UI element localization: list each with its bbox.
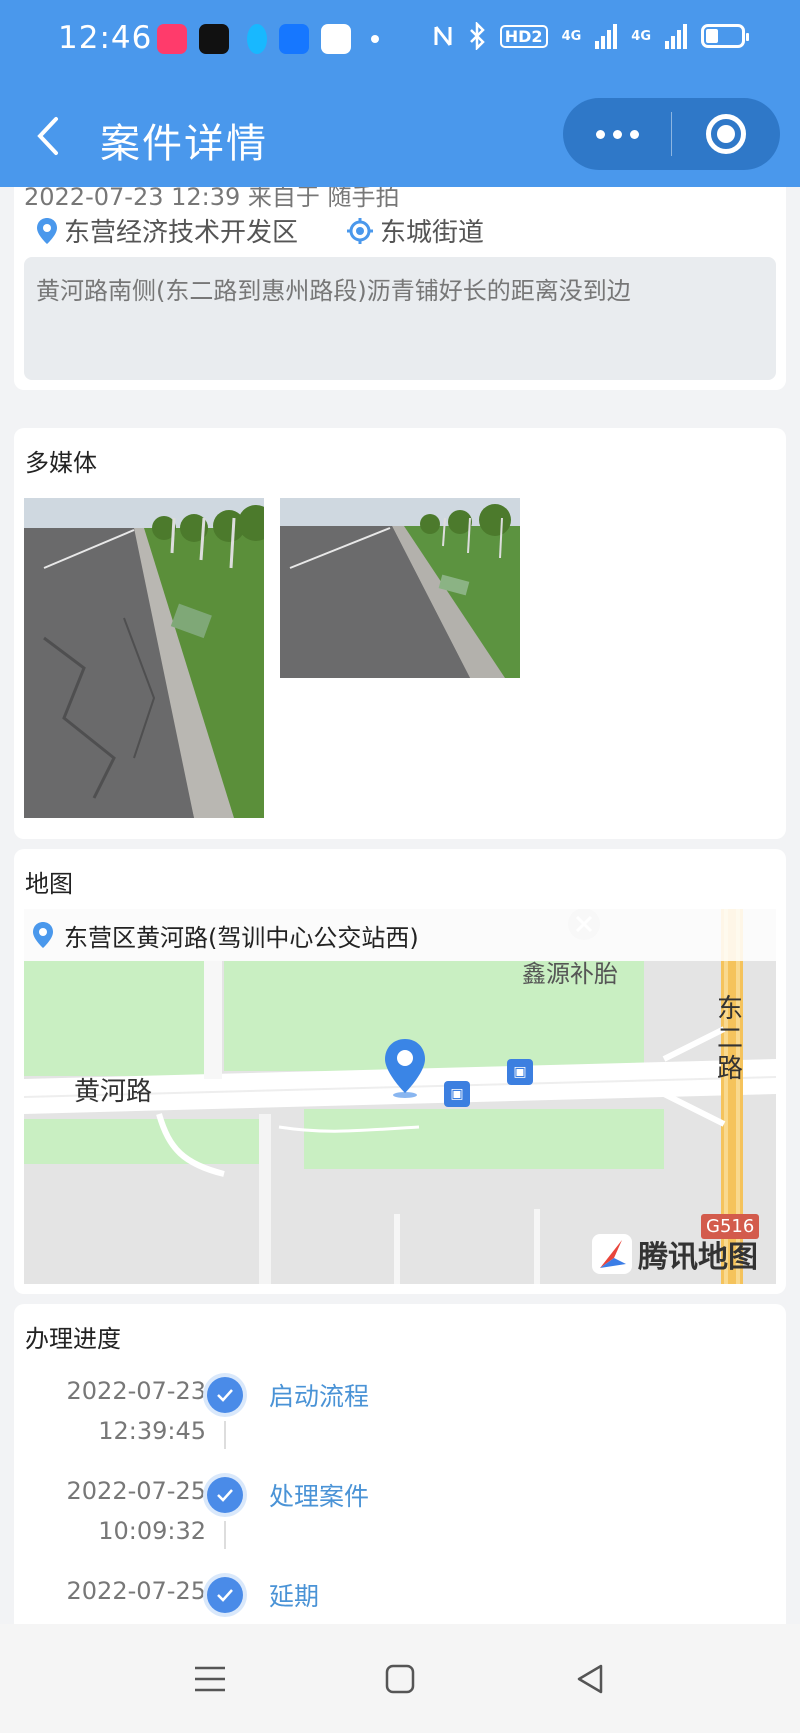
map-marker-icon (385, 1039, 425, 1098)
camera-app-icon (321, 24, 351, 54)
signal-strength-icon-2 (665, 23, 687, 49)
timeline-step: 2022-07-25 10:09:32 处理案件 (14, 1459, 786, 1549)
progress-section-title: 办理进度 (25, 1325, 121, 1353)
qq-app-icon (247, 24, 267, 54)
step-datetime: 2022-07-25 (67, 1571, 206, 1611)
bluetooth-icon (469, 22, 485, 50)
check-icon (207, 1577, 243, 1613)
district-label: 东营经济技术开发区 (64, 218, 299, 248)
map-poi-label: 鑫源补胎 (522, 960, 618, 988)
menu-icon[interactable] (185, 1654, 235, 1704)
target-icon (706, 114, 746, 154)
district-item: 东营经济技术开发区 (36, 212, 298, 249)
status-time: 12:46 (58, 20, 153, 56)
check-icon (207, 1477, 243, 1513)
signal-strength-icon (595, 23, 618, 49)
check-icon (207, 1377, 243, 1413)
step-date: 2022-07-23 (66, 1377, 206, 1405)
nfc-icon (434, 26, 452, 46)
tencent-compass-icon (592, 1234, 632, 1274)
map-address: 东营区黄河路(驾训中心公交站西) (64, 923, 419, 952)
map-view[interactable]: 东营区黄河路(驾训中心公交站西) 鑫源补胎 黄河路 东二路 ▣ ▣ G516 腾… (24, 909, 776, 1284)
timeline-step: 2022-07-23 12:39:45 启动流程 (14, 1359, 786, 1449)
close-miniprogram-button[interactable] (672, 114, 780, 154)
more-notifications-dot-icon (371, 35, 379, 43)
battery-icon (701, 24, 749, 48)
network-type-2: 4G (631, 28, 651, 44)
street-label: 东城街道 (380, 218, 485, 248)
location-row: 东营经济技术开发区 东城街道 (36, 212, 532, 249)
step-date: 2022-07-25 (66, 1477, 206, 1505)
page-title: 案件详情 (100, 121, 268, 167)
step-time: 12:39:45 (98, 1417, 206, 1445)
step-datetime: 2022-07-25 10:09:32 (67, 1471, 206, 1551)
back-icon[interactable] (565, 1654, 615, 1704)
case-description: 黄河路南侧(东二路到惠州路段)沥青铺好长的距离没到边 (24, 257, 776, 380)
progress-card: 办理进度 2022-07-23 12:39:45 启动流程 2022-07-25… (14, 1304, 786, 1634)
step-time: 10:09:32 (98, 1517, 206, 1545)
bus-stop-icon-2: ▣ (444, 1081, 470, 1107)
alipay-app-icon (279, 24, 309, 54)
top-bar: 12:46 HD2 4G 4G 案件详情 (0, 0, 800, 187)
map-road-label: 黄河路 (74, 1077, 153, 1107)
tiktok-app-icon (199, 24, 229, 54)
network-type-1: 4G (561, 28, 582, 44)
locate-target-icon (347, 217, 374, 244)
hd-voice-badge: HD2 (499, 24, 548, 48)
map-address-bar: 东营区黄河路(驾训中心公交站西) (24, 909, 776, 961)
timeline-connector (224, 1521, 226, 1549)
step-date: 2022-07-25 (66, 1577, 206, 1605)
home-icon[interactable] (375, 1654, 425, 1704)
step-label[interactable]: 启动流程 (269, 1377, 369, 1413)
notification-icons (157, 24, 379, 54)
map-section-title: 地图 (25, 870, 73, 898)
media-card: 多媒体 (14, 428, 786, 839)
step-datetime: 2022-07-23 12:39:45 (67, 1371, 206, 1451)
location-pin-icon (37, 217, 57, 244)
timeline-connector (224, 1421, 226, 1449)
system-icons: HD2 4G 4G (432, 22, 749, 50)
map-card: 地图 东营区黄河路(驾训中心公交站西) 鑫源补胎 黄河路 东二路 ▣ ▣ G51… (14, 849, 786, 1294)
video-app-icon (157, 24, 187, 54)
system-navigation-bar (0, 1624, 800, 1733)
back-arrow-icon[interactable] (30, 111, 70, 161)
media-section-title: 多媒体 (25, 449, 97, 477)
map-side-road-label: 东二路 (717, 994, 744, 1084)
status-bar: 12:46 HD2 4G 4G (0, 0, 800, 80)
street-item: 东城街道 (346, 212, 484, 249)
case-photo-2[interactable] (280, 498, 520, 678)
step-label[interactable]: 处理案件 (269, 1477, 369, 1513)
location-pin-icon (33, 922, 53, 948)
step-label[interactable]: 延期 (269, 1577, 319, 1613)
map-provider-name: 腾讯地图 (638, 1240, 758, 1275)
miniprogram-capsule (563, 98, 780, 170)
nav-bar: 案件详情 (0, 85, 800, 187)
bus-stop-icon: ▣ (507, 1059, 533, 1085)
map-provider-logo: 腾讯地图 (592, 1232, 758, 1276)
case-photo-1[interactable] (24, 498, 264, 818)
more-menu-button[interactable] (563, 129, 671, 139)
